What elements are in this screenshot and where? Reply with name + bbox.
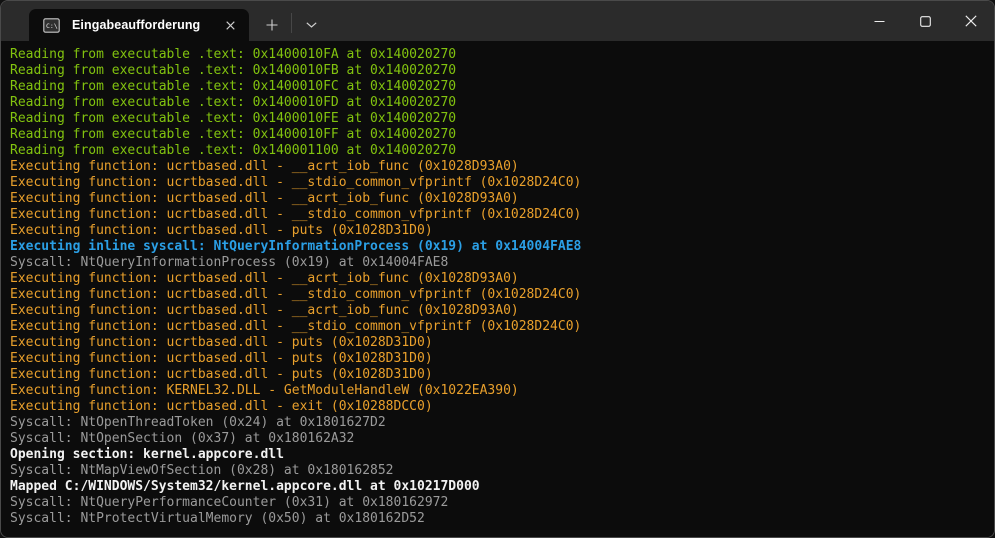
terminal-line: Opening section: kernel.appcore.dll — [10, 447, 986, 463]
terminal-line: Executing function: ucrtbased.dll - __st… — [10, 287, 986, 303]
terminal-line: Executing function: ucrtbased.dll - __st… — [10, 175, 986, 191]
new-tab-button[interactable] — [255, 9, 289, 41]
tab-close-button[interactable] — [219, 14, 241, 36]
terminal-line: Executing function: ucrtbased.dll - __ac… — [10, 271, 986, 287]
title-bar: C:\ Eingabeaufforderung — [1, 1, 994, 41]
terminal-line: Reading from executable .text: 0x1400010… — [10, 127, 986, 143]
terminal-line: Mapped C:/WINDOWS/System32/kernel.appcor… — [10, 479, 986, 495]
terminal-line: Executing function: KERNEL32.DLL - GetMo… — [10, 383, 986, 399]
terminal-line: Reading from executable .text: 0x1400010… — [10, 79, 986, 95]
terminal-line: Executing function: ucrtbased.dll - __st… — [10, 207, 986, 223]
plus-icon — [266, 19, 278, 31]
window-controls — [856, 1, 994, 41]
terminal-line: Syscall: NtOpenThreadToken (0x24) at 0x1… — [10, 415, 986, 431]
terminal-line: Reading from executable .text: 0x1400010… — [10, 63, 986, 79]
maximize-button[interactable] — [902, 1, 948, 41]
titlebar-drag-region[interactable] — [328, 1, 856, 41]
terminal-line: Executing function: ucrtbased.dll - __st… — [10, 319, 986, 335]
minimize-button[interactable] — [856, 1, 902, 41]
terminal-line: Reading from executable .text: 0x1400011… — [10, 143, 986, 159]
terminal-output[interactable]: Reading from executable .text: 0x1400010… — [1, 41, 994, 537]
terminal-line: Syscall: NtQueryInformationProcess (0x19… — [10, 255, 986, 271]
tab-title: Eingabeaufforderung — [72, 18, 219, 32]
terminal-line: Syscall: NtMapViewOfSection (0x28) at 0x… — [10, 463, 986, 479]
terminal-line: Executing function: ucrtbased.dll - __ac… — [10, 159, 986, 175]
terminal-line: Executing inline syscall: NtQueryInforma… — [10, 239, 986, 255]
terminal-line: Reading from executable .text: 0x1400010… — [10, 111, 986, 127]
terminal-line: Executing function: ucrtbased.dll - puts… — [10, 367, 986, 383]
terminal-line: Syscall: NtOpenSection (0x37) at 0x18016… — [10, 431, 986, 447]
tab-dropdown-button[interactable] — [294, 9, 328, 41]
minimize-icon — [874, 16, 885, 27]
terminal-line: Executing function: ucrtbased.dll - puts… — [10, 351, 986, 367]
svg-text:C:\: C:\ — [46, 22, 58, 30]
terminal-line: Executing function: ucrtbased.dll - puts… — [10, 335, 986, 351]
terminal-line: Executing function: ucrtbased.dll - exit… — [10, 399, 986, 415]
close-button[interactable] — [948, 1, 994, 41]
maximize-icon — [920, 16, 931, 27]
terminal-line: Reading from executable .text: 0x1400010… — [10, 47, 986, 63]
close-icon — [965, 15, 977, 27]
terminal-line: Syscall: NtProtectVirtualMemory (0x50) a… — [10, 511, 986, 527]
tab-eingabeaufforderung[interactable]: C:\ Eingabeaufforderung — [29, 9, 249, 41]
terminal-line: Syscall: NtQueryPerformanceCounter (0x31… — [10, 495, 986, 511]
titlebar-divider — [291, 13, 292, 33]
chevron-down-icon — [306, 22, 317, 28]
terminal-line: Executing function: ucrtbased.dll - __ac… — [10, 303, 986, 319]
cmd-icon: C:\ — [43, 18, 60, 33]
terminal-window: C:\ Eingabeaufforderung — [0, 0, 995, 538]
close-icon — [226, 21, 235, 30]
terminal-line: Reading from executable .text: 0x1400010… — [10, 95, 986, 111]
terminal-line: Executing function: ucrtbased.dll - __ac… — [10, 191, 986, 207]
terminal-line: Executing function: ucrtbased.dll - puts… — [10, 223, 986, 239]
